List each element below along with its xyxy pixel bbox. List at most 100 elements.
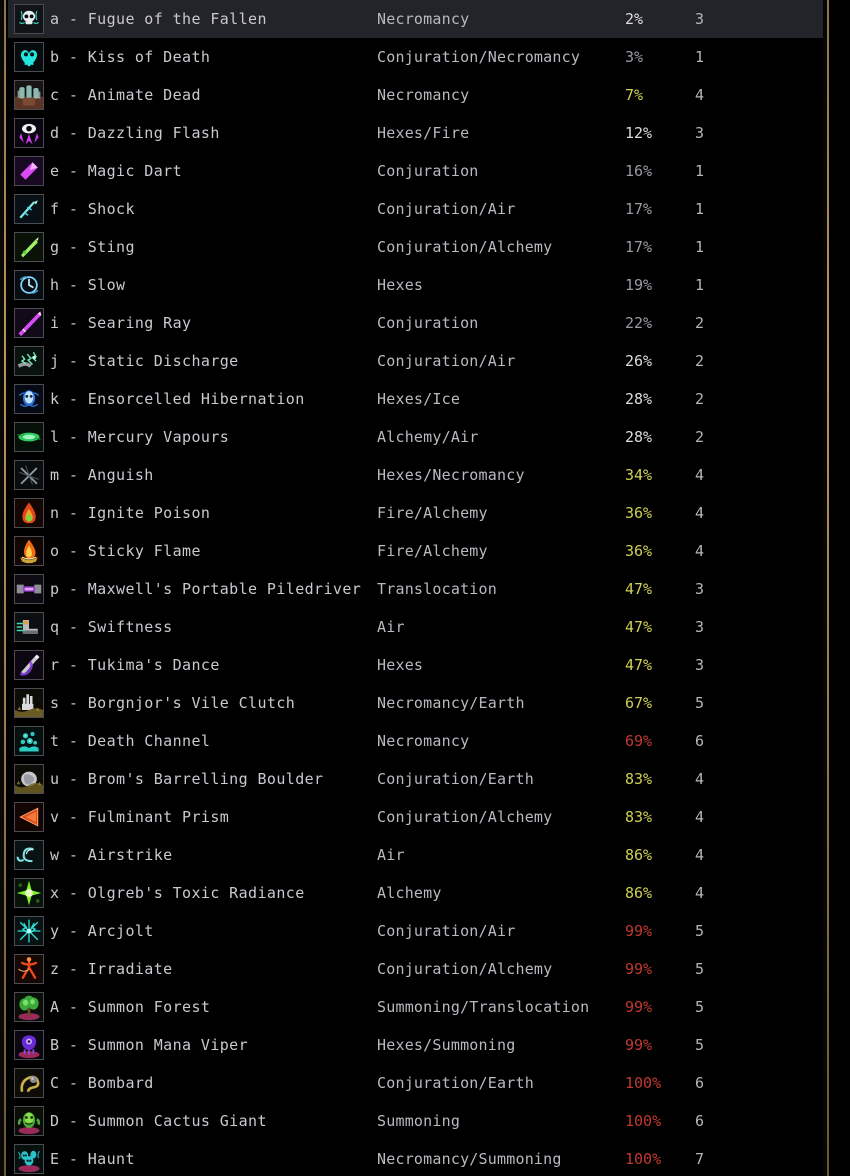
spell-row[interactable]: s - Borgnjor's Vile Clutch Necromancy/Ear… [8, 684, 823, 722]
spell-row[interactable]: A - Summon Forest Summoning/Translocation… [8, 988, 823, 1026]
spell-row[interactable]: h - Slow Hexes 19% 1 [8, 266, 823, 304]
spell-school: Conjuration/Alchemy [377, 238, 553, 256]
spell-level: 4 [695, 542, 705, 560]
spell-row[interactable]: x - Olgreb's Toxic Radiance Alchemy 86% 4 [8, 874, 823, 912]
arcjolt-icon [14, 916, 44, 946]
spell-row[interactable]: E - Haunt Necromancy/Summoning 100% 7 [8, 1140, 823, 1176]
spell-row[interactable]: t - Death Channel Necromancy 69% 6 [8, 722, 823, 760]
spell-row[interactable]: w - Airstrike Air 86% 4 [8, 836, 823, 874]
spell-row[interactable]: l - Mercury Vapours Alchemy/Air 28% 2 [8, 418, 823, 456]
spell-row[interactable]: d - Dazzling Flash Hexes/Fire 12% 3 [8, 114, 823, 152]
anguish-icon [14, 460, 44, 490]
spell-icon-cell [8, 764, 50, 794]
spell-school: Necromancy/Summoning [377, 1150, 562, 1168]
spell-name: A - Summon Forest [50, 998, 211, 1016]
spell-name: y - Arcjolt [50, 922, 154, 940]
spell-level: 5 [695, 998, 705, 1016]
spell-icon-cell [8, 346, 50, 376]
spell-icon-cell [8, 498, 50, 528]
spell-row[interactable]: f - Shock Conjuration/Air 17% 1 [8, 190, 823, 228]
spell-failure-rate: 36% [625, 542, 653, 560]
spell-level: 4 [695, 504, 705, 522]
spell-row[interactable]: z - Irradiate Conjuration/Alchemy 99% 5 [8, 950, 823, 988]
spell-row[interactable]: u - Brom's Barrelling Boulder Conjuration… [8, 760, 823, 798]
skull-icon [14, 4, 44, 34]
spell-level: 2 [695, 352, 705, 370]
spell-icon-cell [8, 422, 50, 452]
spell-icon-cell [8, 954, 50, 984]
spell-school: Alchemy/Air [377, 428, 479, 446]
spell-row[interactable]: m - Anguish Hexes/Necromancy 34% 4 [8, 456, 823, 494]
irradiate-icon [14, 954, 44, 984]
spell-failure-rate: 69% [625, 732, 653, 750]
spell-level: 4 [695, 770, 705, 788]
spell-row[interactable]: n - Ignite Poison Fire/Alchemy 36% 4 [8, 494, 823, 532]
piledriver-icon [14, 574, 44, 604]
spell-icon-cell [8, 4, 50, 34]
slow-icon [14, 270, 44, 300]
spell-level: 3 [695, 656, 705, 674]
spell-level: 1 [695, 48, 705, 66]
spell-row[interactable]: D - Summon Cactus Giant Summoning 100% 6 [8, 1102, 823, 1140]
spell-name: j - Static Discharge [50, 352, 239, 370]
spell-row[interactable]: c - Animate Dead Necromancy 7% 4 [8, 76, 823, 114]
spell-level: 6 [695, 732, 705, 750]
spell-failure-rate: 17% [625, 200, 653, 218]
summon-forest-icon [14, 992, 44, 1022]
cactus-giant-icon [14, 1106, 44, 1136]
spell-failure-rate: 28% [625, 390, 653, 408]
spell-school: Conjuration/Air [377, 352, 516, 370]
spell-name: n - Ignite Poison [50, 504, 211, 522]
spell-level: 5 [695, 694, 705, 712]
spell-row[interactable]: o - Sticky Flame Fire/Alchemy 36% 4 [8, 532, 823, 570]
spell-icon-cell [8, 42, 50, 72]
spell-row[interactable]: i - Searing Ray Conjuration 22% 2 [8, 304, 823, 342]
spell-name: a - Fugue of the Fallen [50, 10, 267, 28]
spell-row[interactable]: k - Ensorcelled Hibernation Hexes/Ice 28% 2 [8, 380, 823, 418]
spell-failure-rate: 36% [625, 504, 653, 522]
spell-row[interactable]: e - Magic Dart Conjuration 16% 1 [8, 152, 823, 190]
searing-ray-icon [14, 308, 44, 338]
spell-failure-rate: 100% [625, 1112, 662, 1130]
spell-level: 5 [695, 1036, 705, 1054]
spell-row[interactable]: v - Fulminant Prism Conjuration/Alchemy 83… [8, 798, 823, 836]
spell-school: Fire/Alchemy [377, 504, 488, 522]
spell-row[interactable]: j - Static Discharge Conjuration/Air 26% 2 [8, 342, 823, 380]
spell-row[interactable]: g - Sting Conjuration/Alchemy 17% 1 [8, 228, 823, 266]
spell-row[interactable]: B - Summon Mana Viper Hexes/Summoning 99% 5 [8, 1026, 823, 1064]
spell-name: g - Sting [50, 238, 135, 256]
spell-school: Conjuration/Alchemy [377, 808, 553, 826]
spell-icon-cell [8, 574, 50, 604]
spell-name: e - Magic Dart [50, 162, 183, 180]
static-discharge-icon [14, 346, 44, 376]
spell-row[interactable]: p - Maxwell's Portable Piledriver Translo… [8, 570, 823, 608]
spell-level: 4 [695, 884, 705, 902]
spell-row[interactable]: y - Arcjolt Conjuration/Air 99% 5 [8, 912, 823, 950]
spell-level: 4 [695, 846, 705, 864]
spell-row[interactable]: a - Fugue of the Fallen Necromancy 2% 3 [8, 0, 823, 38]
spell-level: 2 [695, 428, 705, 446]
spell-name: u - Brom's Barrelling Boulder [50, 770, 324, 788]
spell-name: p - Maxwell's Portable Piledriver [50, 580, 362, 598]
sticky-flame-icon [14, 536, 44, 566]
spell-row[interactable]: C - Bombard Conjuration/Earth 100% 6 [8, 1064, 823, 1102]
spell-failure-rate: 99% [625, 922, 653, 940]
spell-name: i - Searing Ray [50, 314, 192, 332]
spell-icon-cell [8, 384, 50, 414]
eye-flash-icon [14, 118, 44, 148]
spell-failure-rate: 83% [625, 808, 653, 826]
cyan-skull-heart-icon [14, 42, 44, 72]
spell-row[interactable]: b - Kiss of Death Conjuration/Necromancy 3… [8, 38, 823, 76]
spell-list[interactable]: a - Fugue of the Fallen Necromancy 2% 3 b - … [8, 0, 823, 1176]
swiftness-boot-icon [14, 612, 44, 642]
spell-failure-rate: 22% [625, 314, 653, 332]
spell-row[interactable]: r - Tukima's Dance Hexes 47% 3 [8, 646, 823, 684]
spell-level: 6 [695, 1112, 705, 1130]
spell-icon-cell [8, 650, 50, 680]
spell-failure-rate: 100% [625, 1150, 662, 1168]
spell-row[interactable]: q - Swiftness Air 47% 3 [8, 608, 823, 646]
spell-name: B - Summon Mana Viper [50, 1036, 249, 1054]
spell-school: Hexes [377, 656, 424, 674]
spell-level: 3 [695, 124, 705, 142]
spell-school: Air [377, 846, 405, 864]
